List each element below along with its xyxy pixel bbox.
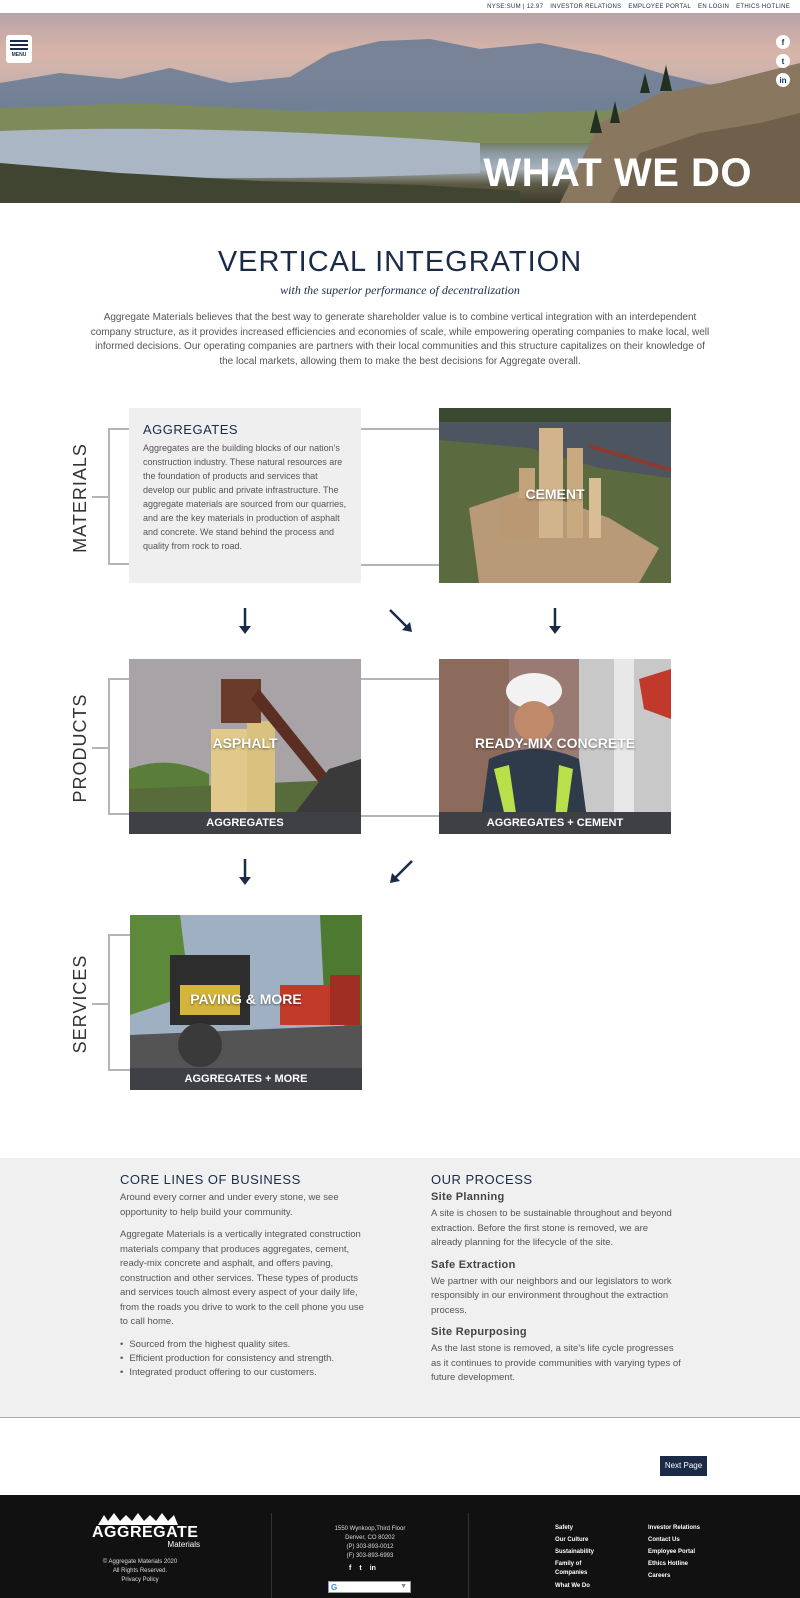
site-footer: AGGREGATE Materials © Aggregate Material… <box>0 1495 800 1598</box>
process-step-heading: Site Repurposing <box>431 1326 527 1338</box>
arrow-diagonal-right-icon <box>389 609 412 632</box>
core-business-column: CORE LINES OF BUSINESS Around every corn… <box>120 1172 368 1380</box>
row-label-services: SERVICES <box>70 954 90 1054</box>
twitter-icon[interactable]: t <box>776 54 790 68</box>
intro-paragraph: Aggregate Materials believes that the be… <box>90 312 710 367</box>
core-business-list: Sourced from the highest quality sites. … <box>120 1338 368 1380</box>
cement-label: CEMENT <box>525 486 585 502</box>
logo-subtitle: Materials <box>167 1540 200 1549</box>
google-translate-select[interactable]: G ▼ <box>328 1581 411 1593</box>
connector-line <box>361 564 439 566</box>
bracket-materials <box>108 428 130 565</box>
menu-button[interactable]: MENU <box>6 35 32 63</box>
google-icon: G <box>331 1583 338 1592</box>
facebook-icon[interactable]: f <box>349 1565 351 1572</box>
footer-link-family-of-companies[interactable]: Family of Companies <box>555 1560 599 1578</box>
page-title: WHAT WE DO <box>483 151 752 195</box>
privacy-policy-link[interactable]: Privacy Policy <box>90 1576 190 1585</box>
process-title: OUR PROCESS <box>431 1172 533 1187</box>
address-line: 1550 Wynkoop,Third Floor <box>334 1526 406 1532</box>
footer-link-sustainability[interactable]: Sustainability <box>555 1546 615 1558</box>
stock-ticker: NYSE:SUM | 12.97 <box>487 3 544 10</box>
footer-link-what-we-do[interactable]: What We Do <box>555 1580 615 1592</box>
paving-label: PAVING & MORE <box>190 991 302 1007</box>
list-item: Efficient production for consistency and… <box>120 1352 368 1366</box>
process-column: OUR PROCESS Site Planning A site is chos… <box>431 1172 681 1394</box>
linkedin-icon[interactable]: in <box>370 1565 376 1572</box>
footer-links-col2: Investor Relations Contact Us Employee P… <box>648 1522 728 1582</box>
concrete-footer: AGGREGATES + CEMENT <box>439 812 671 834</box>
process-step-heading: Safe Extraction <box>431 1258 516 1271</box>
footer-link-investor-relations[interactable]: Investor Relations <box>648 1522 728 1534</box>
paving-footer: AGGREGATES + MORE <box>130 1068 362 1090</box>
hamburger-icon <box>10 40 28 42</box>
process-step-text: A site is chosen to be sustainable throu… <box>431 1208 672 1248</box>
row-label-materials: MATERIALS <box>70 443 90 553</box>
top-bar: NYSE:SUM | 12.97 INVESTOR RELATIONS EMPL… <box>0 0 800 13</box>
section-subtitle: with the superior performance of decentr… <box>280 283 520 297</box>
arrow-diagonal-left-icon <box>390 860 413 883</box>
facebook-icon[interactable]: f <box>776 35 790 49</box>
section-title: VERTICAL INTEGRATION <box>217 246 583 278</box>
list-item: Sourced from the highest quality sites. <box>120 1338 368 1352</box>
bracket-products <box>108 678 130 815</box>
aggregates-card-title: AGGREGATES <box>143 422 239 437</box>
core-business-intro: Around every corner and under every ston… <box>120 1192 339 1218</box>
process-step-text: We partner with our neighbors and our le… <box>431 1275 672 1316</box>
core-business-title: CORE LINES OF BUSINESS <box>120 1172 301 1187</box>
concrete-tile[interactable]: READY-MIX CONCRETE AGGREGATES + CEMENT <box>439 659 671 834</box>
phone-number: (P) 303-893-0012 <box>346 1544 394 1550</box>
copyright-text: © Aggregate Materials 2020 <box>102 1559 178 1565</box>
footer-link-safety[interactable]: Safety <box>555 1522 615 1534</box>
asphalt-tile[interactable]: ASPHALT AGGREGATES <box>129 659 361 834</box>
ethics-hotline-link[interactable]: ETHICS HOTLINE <box>736 4 790 10</box>
paving-tile[interactable]: PAVING & MORE AGGREGATES + MORE <box>130 915 362 1090</box>
asphalt-label: ASPHALT <box>212 735 278 751</box>
footer-link-contact-us[interactable]: Contact Us <box>648 1534 728 1546</box>
row-label-products: PRODUCTS <box>70 693 90 803</box>
employee-portal-link[interactable]: EMPLOYEE PORTAL <box>628 4 691 10</box>
footer-logo[interactable]: AGGREGATE Materials <box>92 1513 200 1549</box>
copyright-block: © Aggregate Materials 2020 All Rights Re… <box>90 1558 190 1585</box>
connector-line <box>361 815 439 817</box>
linkedin-icon[interactable]: in <box>776 73 790 87</box>
core-business-body: Aggregate Materials is a vertically inte… <box>120 1229 364 1327</box>
footer-link-employee-portal[interactable]: Employee Portal <box>648 1546 728 1558</box>
address-block: 1550 Wynkoop,Third Floor Denver, CO 8020… <box>300 1525 440 1561</box>
footer-link-careers[interactable]: Careers <box>648 1570 728 1582</box>
address-line: Denver, CO 80202 <box>345 1535 395 1541</box>
connector-line <box>361 428 439 430</box>
footer-links-col1: Safety Our Culture Sustainability Family… <box>555 1522 615 1592</box>
fax-number: (F) 303-893-6993 <box>346 1553 394 1559</box>
arrow-down-icon <box>239 608 251 634</box>
arrow-down-icon <box>549 608 561 634</box>
rights-text: All Rights Reserved. <box>112 1568 168 1574</box>
business-process-section: CORE LINES OF BUSINESS Around every corn… <box>0 1158 800 1418</box>
process-step-text: As the last stone is removed, a site's l… <box>431 1343 681 1383</box>
cement-tile[interactable]: CEMENT <box>439 408 671 583</box>
hero-banner: MENU f t in WHAT WE DO <box>0 13 800 203</box>
aggregates-card-body: Aggregates are the building blocks of ou… <box>143 443 347 551</box>
en-login-link[interactable]: EN LOGIN <box>698 4 729 10</box>
bracket-services <box>108 934 130 1071</box>
next-page-button[interactable]: Next Page <box>660 1456 707 1476</box>
logo-wordmark: AGGREGATE <box>92 1524 199 1541</box>
divider <box>271 1513 272 1598</box>
social-links: f t in <box>776 35 790 87</box>
twitter-icon[interactable]: t <box>359 1565 361 1572</box>
investor-relations-link[interactable]: INVESTOR RELATIONS <box>550 4 621 10</box>
aggregates-card: AGGREGATES Aggregates are the building b… <box>129 408 361 583</box>
footer-social-links: f t in <box>349 1565 376 1572</box>
arrow-down-icon <box>239 859 251 885</box>
menu-label: MENU <box>11 52 27 58</box>
process-step-heading: Site Planning <box>431 1191 505 1203</box>
chevron-down-icon: ▼ <box>400 1583 407 1590</box>
divider <box>468 1513 469 1598</box>
concrete-label: READY-MIX CONCRETE <box>474 735 636 751</box>
footer-link-our-culture[interactable]: Our Culture <box>555 1534 615 1546</box>
connector-line <box>361 678 439 680</box>
list-item: Integrated product offering to our custo… <box>120 1366 368 1380</box>
asphalt-footer: AGGREGATES <box>129 812 361 834</box>
footer-link-ethics-hotline[interactable]: Ethics Hotline <box>648 1558 728 1570</box>
